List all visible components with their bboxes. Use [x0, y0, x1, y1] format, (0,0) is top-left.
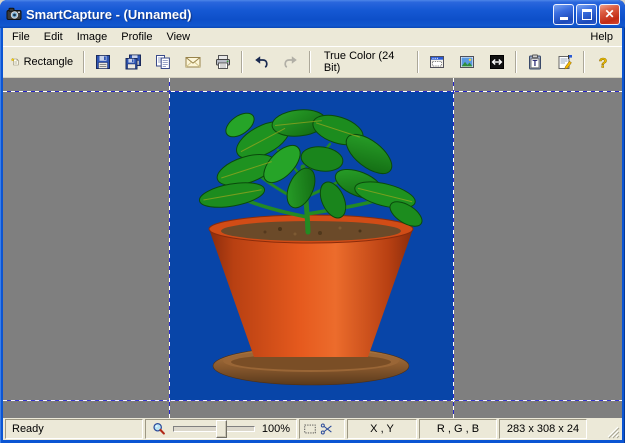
xy-label: X , Y — [370, 423, 394, 435]
menu-file[interactable]: File — [5, 29, 37, 45]
view-image-button[interactable] — [452, 49, 482, 75]
minimize-button[interactable] — [553, 4, 574, 25]
capture-window-icon — [429, 54, 445, 70]
save-all-icon — [125, 54, 141, 70]
toolbar-separator — [241, 51, 243, 73]
print-button[interactable] — [208, 49, 238, 75]
resize-grip-icon — [604, 423, 620, 439]
email-button[interactable] — [178, 49, 208, 75]
toolbar-separator — [417, 51, 419, 73]
undo-icon — [253, 54, 269, 70]
resize-grip[interactable] — [604, 419, 620, 439]
dimensions-text: 283 x 308 x 24 — [507, 423, 579, 435]
selection-left-line — [169, 78, 170, 418]
new-capture-button[interactable]: Rectangle — [7, 49, 80, 75]
zoom-slider-track[interactable] — [173, 426, 255, 432]
menu-bar: File Edit Image Profile View Help — [3, 28, 622, 46]
new-capture-icon — [11, 54, 20, 70]
copy-icon — [155, 54, 171, 70]
selection-tools-panel — [299, 419, 345, 439]
camera-icon — [6, 6, 22, 22]
help-icon: ? — [595, 54, 611, 70]
undo-button[interactable] — [246, 49, 276, 75]
maximize-button[interactable] — [576, 4, 597, 25]
invert-colors-icon — [489, 54, 505, 70]
svg-text:?: ? — [599, 55, 608, 71]
paste-text-icon: T — [527, 54, 543, 70]
captured-image-potted-plant — [170, 92, 453, 400]
zoom-slider-thumb[interactable] — [216, 420, 227, 438]
paste-text-button[interactable]: T — [520, 49, 550, 75]
color-depth-button[interactable]: True Color (24 Bit) — [314, 49, 414, 75]
toolbar-separator — [83, 51, 85, 73]
maximize-icon — [582, 9, 592, 20]
close-icon: ✕ — [604, 8, 614, 20]
status-message-panel: Ready — [5, 419, 143, 439]
cursor-position-panel: X , Y — [347, 419, 417, 439]
toolbar: Rectangle — [3, 46, 622, 78]
save-all-button[interactable] — [118, 49, 148, 75]
close-button[interactable]: ✕ — [599, 4, 620, 25]
svg-text:T: T — [533, 59, 538, 68]
menu-view[interactable]: View — [159, 29, 197, 45]
title-bar[interactable]: SmartCapture - (Unnamed) ✕ — [0, 0, 625, 28]
menu-profile[interactable]: Profile — [114, 29, 159, 45]
print-icon — [215, 54, 231, 70]
pixel-color-panel: R , G , B — [419, 419, 497, 439]
status-text: Ready — [12, 423, 44, 435]
toolbar-separator — [309, 51, 311, 73]
menu-image[interactable]: Image — [70, 29, 115, 45]
rgb-label: R , G , B — [437, 423, 479, 435]
properties-icon — [557, 54, 573, 70]
window-title: SmartCapture - (Unnamed) — [26, 7, 551, 22]
selection-top-line — [3, 91, 622, 92]
status-bar: Ready 100% — [3, 418, 622, 440]
magnifier-icon — [152, 422, 166, 436]
zoom-value: 100% — [262, 423, 290, 435]
copy-button[interactable] — [148, 49, 178, 75]
toolbar-separator — [515, 51, 517, 73]
properties-button[interactable] — [550, 49, 580, 75]
zoom-panel: 100% — [145, 419, 297, 439]
menu-edit[interactable]: Edit — [37, 29, 70, 45]
scissors-icon[interactable] — [320, 422, 334, 436]
capture-canvas[interactable] — [3, 78, 622, 418]
redo-icon — [283, 54, 299, 70]
capture-mode-label: Rectangle — [24, 56, 74, 68]
selection-rect-icon[interactable] — [303, 422, 317, 436]
capture-window-button[interactable] — [422, 49, 452, 75]
selection-right-line — [453, 78, 454, 418]
minimize-icon — [560, 17, 568, 20]
smartcapture-window: SmartCapture - (Unnamed) ✕ File Edit Ima… — [0, 0, 625, 443]
image-dimensions-panel: 283 x 308 x 24 — [499, 419, 587, 439]
menu-help[interactable]: Help — [583, 29, 620, 45]
view-image-icon — [459, 54, 475, 70]
email-icon — [185, 54, 201, 70]
redo-button[interactable] — [276, 49, 306, 75]
save-icon — [95, 54, 111, 70]
help-button[interactable]: ? — [588, 49, 618, 75]
selection-bottom-line — [3, 400, 622, 401]
save-button[interactable] — [88, 49, 118, 75]
toolbar-separator — [583, 51, 585, 73]
color-depth-label: True Color (24 Bit) — [324, 50, 404, 74]
invert-colors-button[interactable] — [482, 49, 512, 75]
